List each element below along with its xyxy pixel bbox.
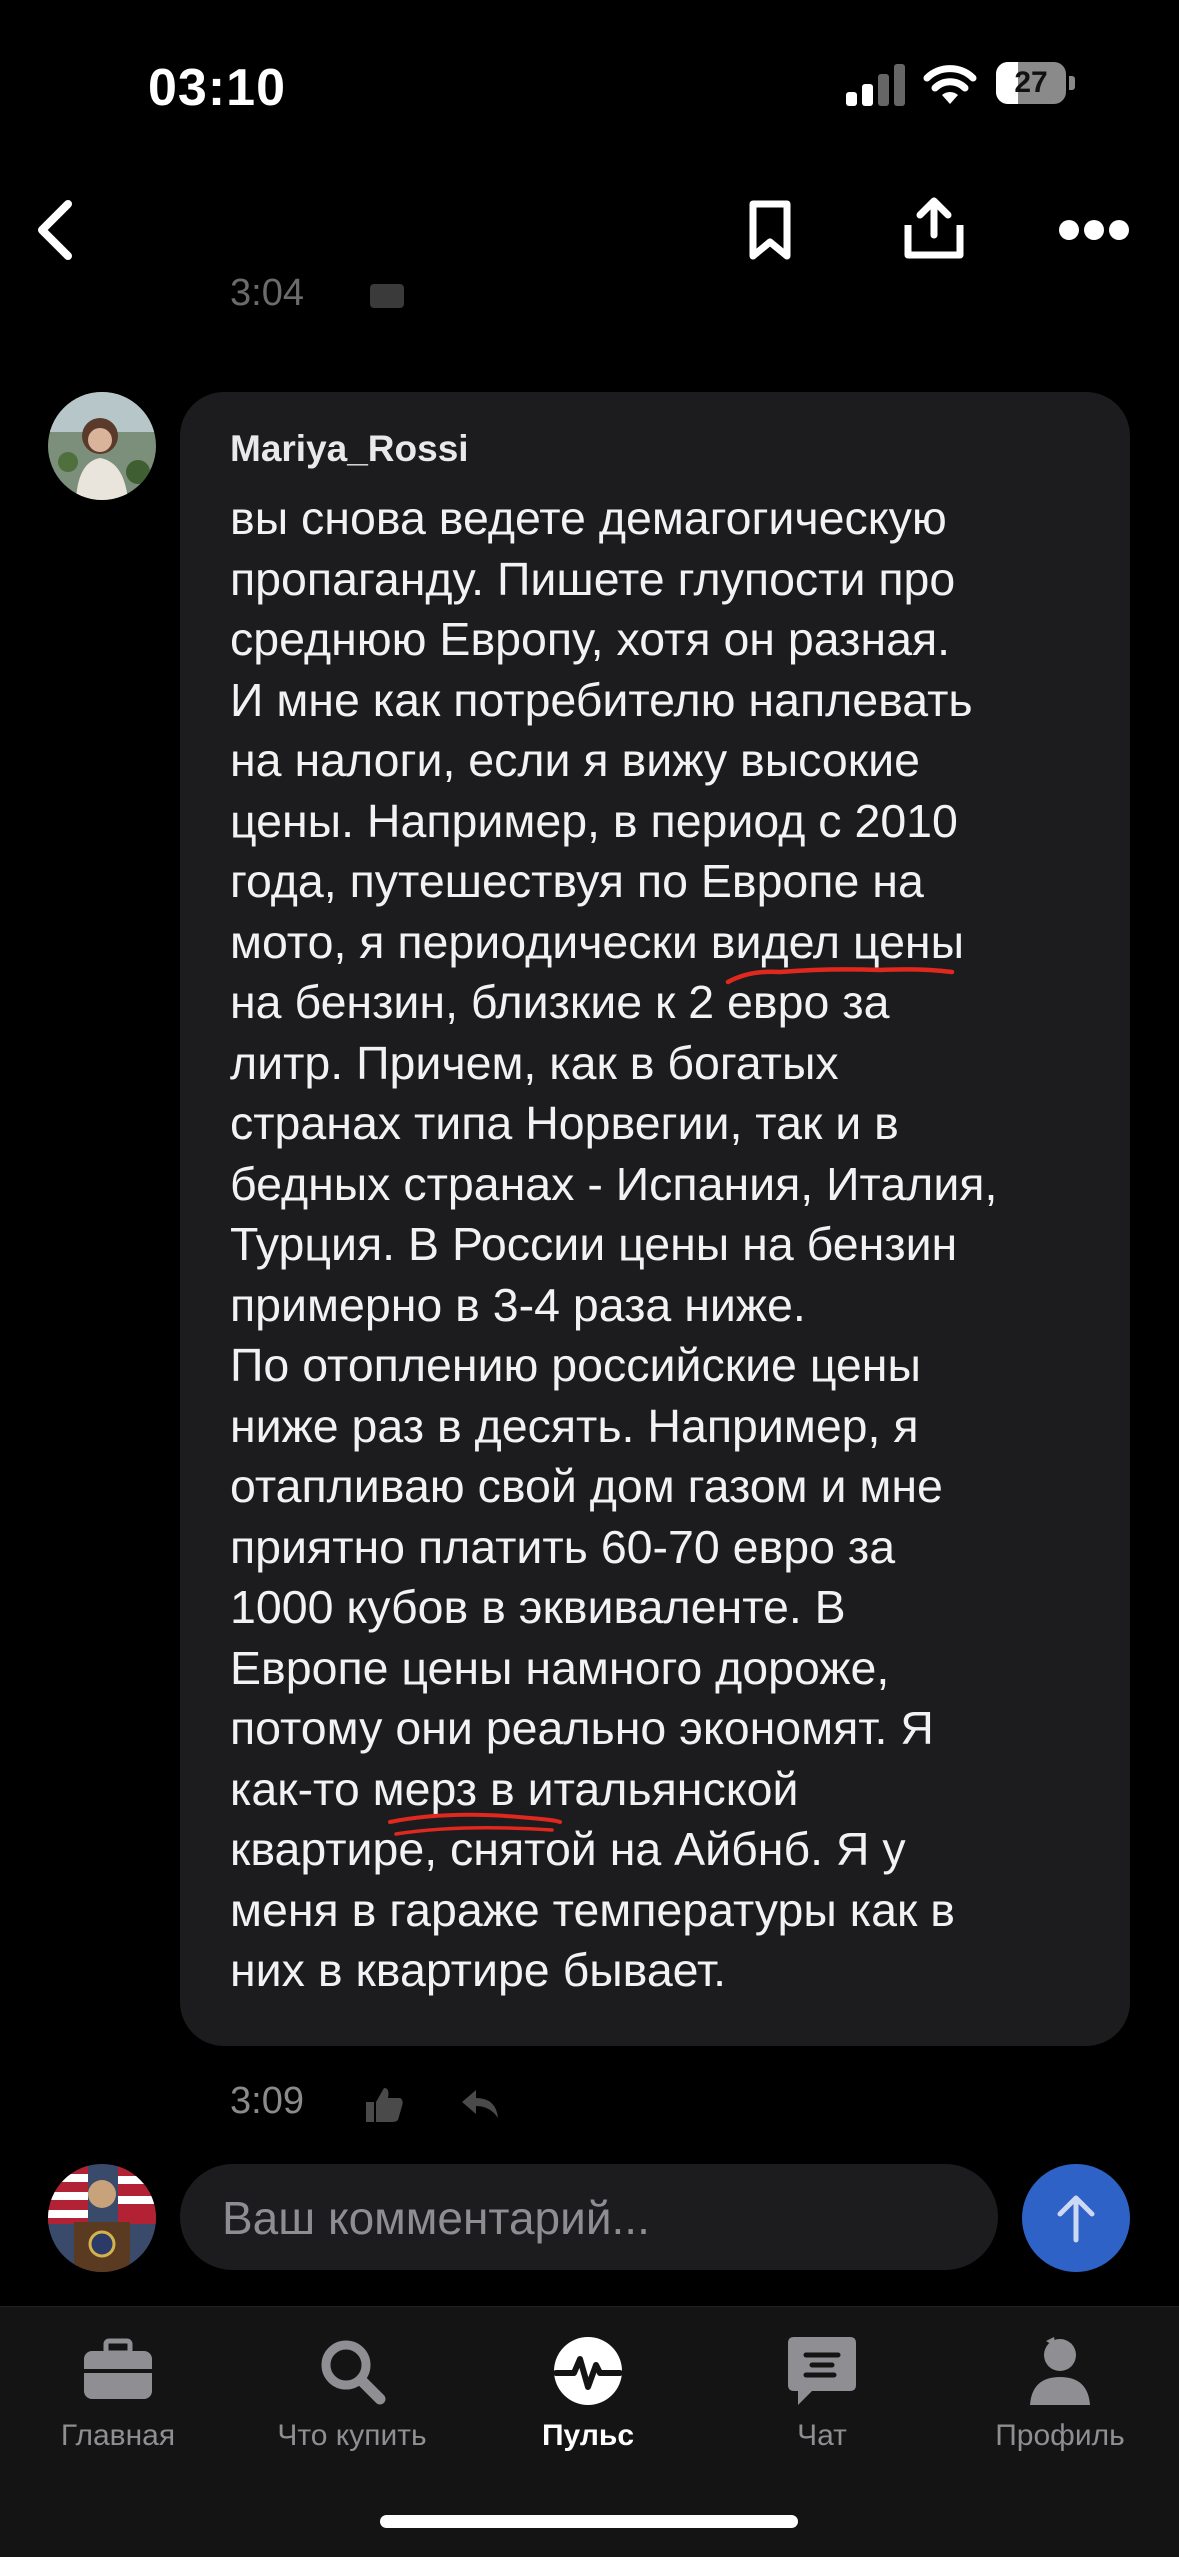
status-time: 03:10 (148, 59, 286, 117)
comment-text: вы снова ведете демагогическую пропаганд… (230, 492, 998, 1996)
my-avatar[interactable] (48, 2164, 156, 2272)
tab-label: Чат (797, 2419, 847, 2452)
battery-level: 27 (1014, 66, 1048, 99)
comment-input[interactable] (220, 2164, 964, 2272)
top-nav-bar (0, 170, 1179, 290)
tab-label: Что купить (277, 2419, 427, 2452)
tab-label: Главная (60, 2419, 176, 2452)
tab-pulse[interactable]: Пульс (488, 2307, 688, 2467)
tab-home[interactable]: Главная (18, 2307, 218, 2467)
tab-profile[interactable]: Профиль (960, 2307, 1160, 2467)
tab-label: Пульс (541, 2419, 635, 2452)
commenter-avatar[interactable] (48, 392, 156, 500)
pulse-icon (553, 2337, 623, 2405)
comment-author[interactable]: Mariya_Rossi (230, 428, 469, 470)
comment-time: 3:09 (230, 2080, 304, 2122)
previous-comment-time: 3:04 (230, 272, 304, 312)
arrow-up-icon (1057, 2195, 1095, 2243)
chat-icon (788, 2337, 856, 2405)
battery-indicator: 27 (996, 62, 1076, 104)
more-dots-icon (1059, 220, 1129, 240)
wifi-icon (923, 65, 977, 104)
search-icon (321, 2340, 386, 2405)
send-button[interactable] (1022, 2164, 1130, 2272)
briefcase-icon (84, 2338, 152, 2399)
cellular-signal-icon (846, 62, 906, 106)
underline-mark-2 (388, 1812, 562, 1836)
like-button[interactable] (362, 2084, 406, 2124)
share-button[interactable] (892, 186, 976, 270)
bookmark-icon (749, 200, 791, 260)
thumbs-up-icon[interactable] (370, 284, 404, 308)
back-button[interactable] (14, 190, 94, 270)
tab-label: Профиль (995, 2419, 1125, 2452)
underline-mark (725, 967, 955, 985)
more-options-button[interactable] (1052, 190, 1136, 270)
bookmark-button[interactable] (730, 190, 810, 270)
share-icon (904, 197, 964, 259)
chevron-left-icon (38, 200, 72, 260)
home-indicator (380, 2515, 798, 2528)
tab-what-to-buy[interactable]: Что купить (252, 2307, 452, 2467)
tab-chat[interactable]: Чат (722, 2307, 922, 2467)
status-bar: 03:10 27 (0, 0, 1179, 170)
reply-button[interactable] (458, 2084, 502, 2124)
comment-composer (180, 2164, 998, 2272)
profile-icon (1030, 2337, 1090, 2405)
